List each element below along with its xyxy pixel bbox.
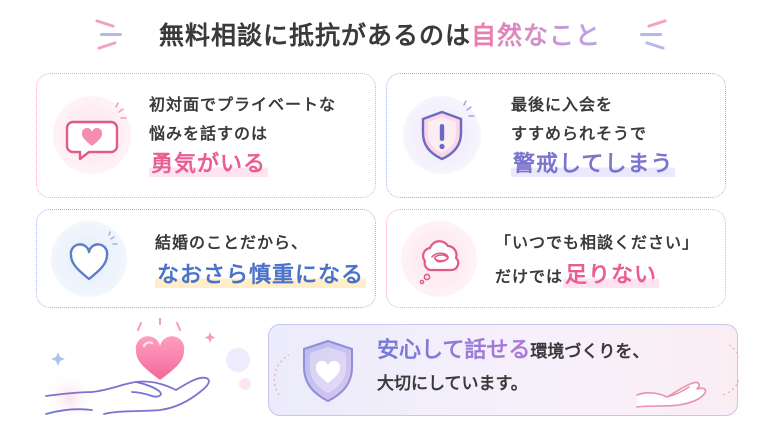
message-line2: 大切にしています。 [377, 374, 528, 394]
card-wary-line1: 最後に入会を [511, 95, 614, 114]
card-courage-emphasis: 勇気がいる [149, 152, 269, 177]
message-line1-rest: 環境づくりを、 [530, 342, 650, 362]
message-emphasis: 安心して話せる [377, 338, 531, 363]
chat-heart-icon [53, 96, 131, 174]
heart-outline-icon [51, 221, 127, 297]
card-not-enough-line2-prefix: だけでは [495, 267, 564, 286]
open-hand-illustration [629, 373, 729, 413]
card-wary-line2: すすめられそうで [511, 124, 648, 143]
card-wary: 最後に入会を すすめられそうで 警戒してしまう [386, 73, 726, 198]
thought-bubble-icon [401, 221, 477, 297]
card-not-enough: 「いつでも相談ください」 だけでは足りない [386, 209, 726, 308]
card-courage-line2: 悩みを話すのは [149, 124, 269, 143]
card-courage-line1: 初対面でプライベートな [149, 95, 337, 114]
card-not-enough-emphasis: 足りない [563, 263, 660, 288]
card-careful: 結婚のことだから、 なおさら慎重になる [36, 209, 376, 308]
title-main: 無料相談に抵抗があるのは [158, 21, 471, 50]
shield-alert-icon [403, 96, 481, 174]
card-careful-emphasis: なおさら慎重になる [155, 263, 367, 288]
page-title: 無料相談に抵抗があるのは自然なこと [0, 16, 760, 52]
card-wary-emphasis: 警戒してしまう [511, 152, 676, 177]
hand-with-heart-illustration [40, 318, 260, 423]
card-not-enough-line1: 「いつでも相談ください」 [495, 233, 700, 252]
shield-heart-icon [297, 337, 359, 405]
message-box: 安心して話せる環境づくりを、 大切にしています。 [268, 324, 739, 416]
title-accent: 自然なこと [471, 21, 602, 50]
card-careful-line1: 結婚のことだから、 [155, 233, 309, 252]
card-courage: 初対面でプライベートな 悩みを話すのは 勇気がいる [36, 73, 376, 198]
